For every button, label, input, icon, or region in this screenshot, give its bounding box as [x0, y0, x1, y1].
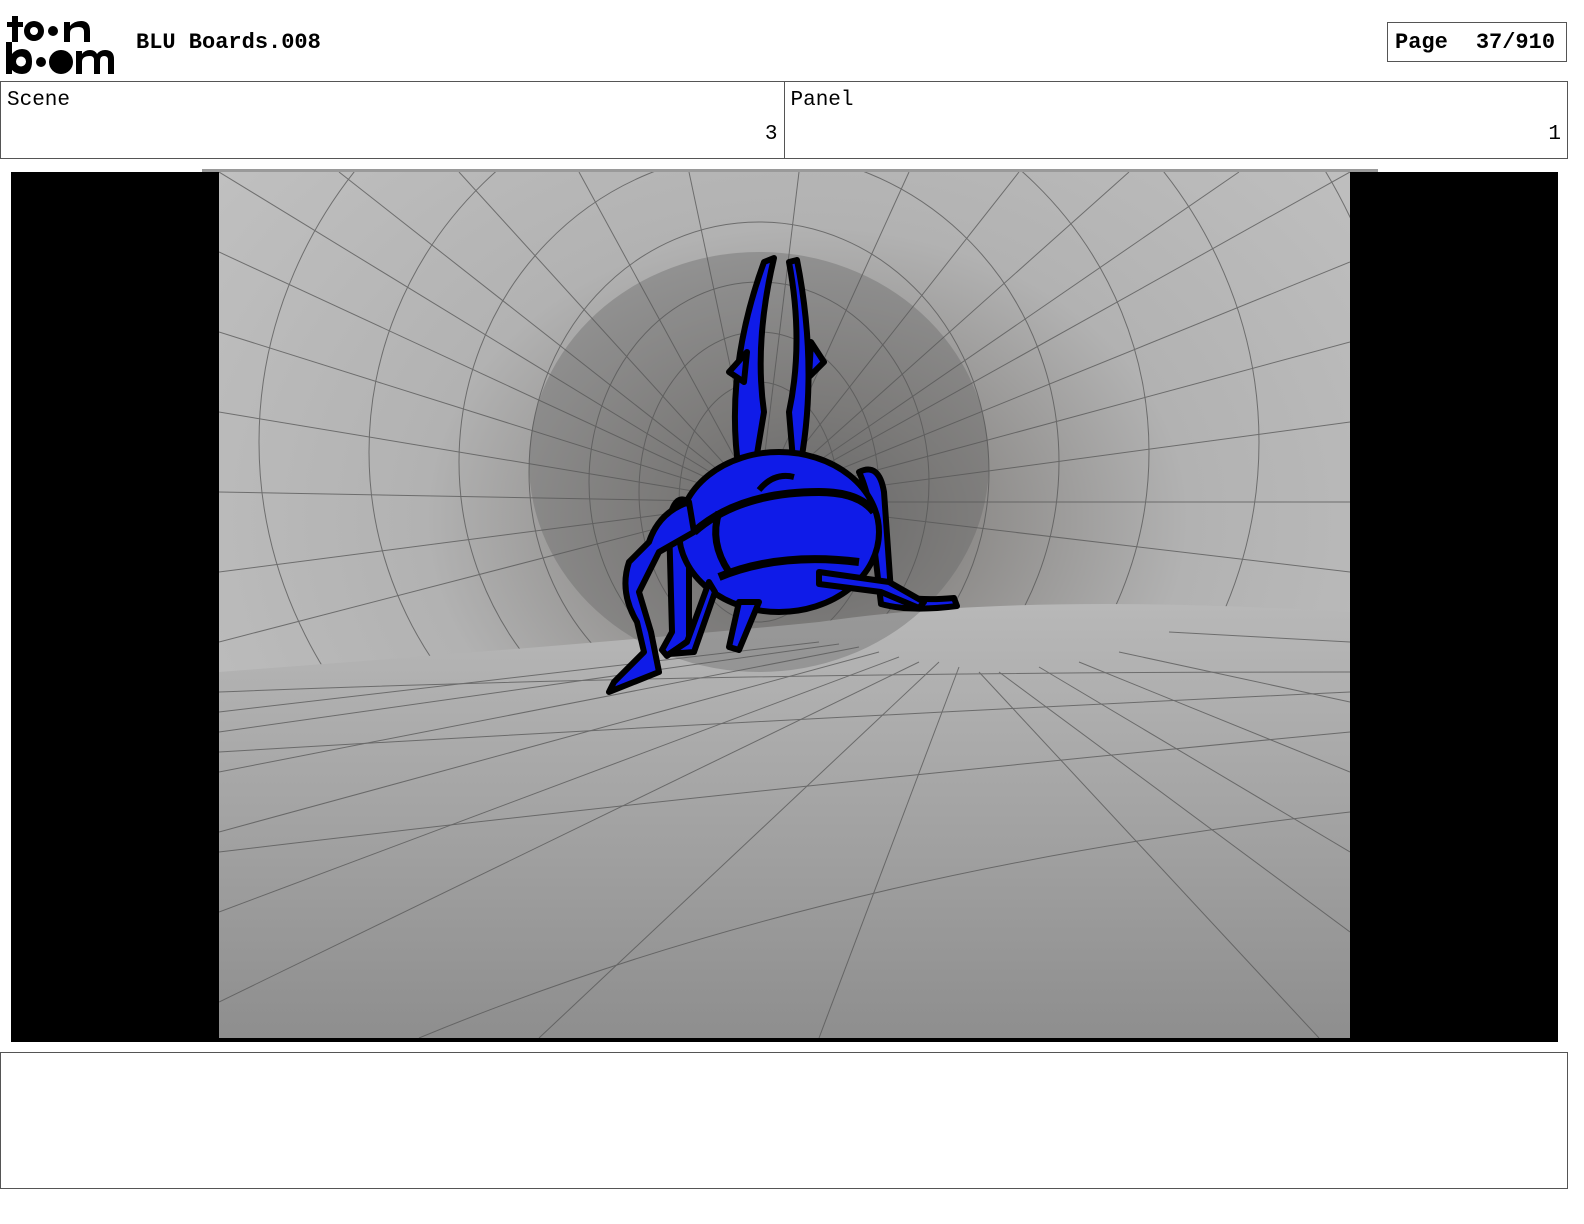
- page-number: 37/910: [1475, 29, 1556, 55]
- scene-label: Scene: [7, 89, 71, 112]
- tunnel-scene-drawing: [219, 172, 1350, 1038]
- scene-panel-info: Scene 3 Panel 1: [0, 81, 1568, 159]
- page-label: Page: [1395, 29, 1448, 55]
- panel-label: Panel: [790, 89, 854, 112]
- scene-number: 3: [764, 123, 778, 146]
- panel-number: 1: [1548, 123, 1561, 146]
- scene-cell: Scene 3: [1, 82, 784, 158]
- document-title: BLU Boards.008: [136, 30, 321, 55]
- storyboard-panel-image: [219, 172, 1350, 1038]
- panel-cell: Panel 1: [783, 82, 1568, 158]
- page-indicator: Page 37/910: [1387, 22, 1567, 62]
- panel-notes-area: [0, 1052, 1568, 1189]
- toon-boom-logo: [6, 16, 114, 74]
- storyboard-frame: [11, 172, 1558, 1042]
